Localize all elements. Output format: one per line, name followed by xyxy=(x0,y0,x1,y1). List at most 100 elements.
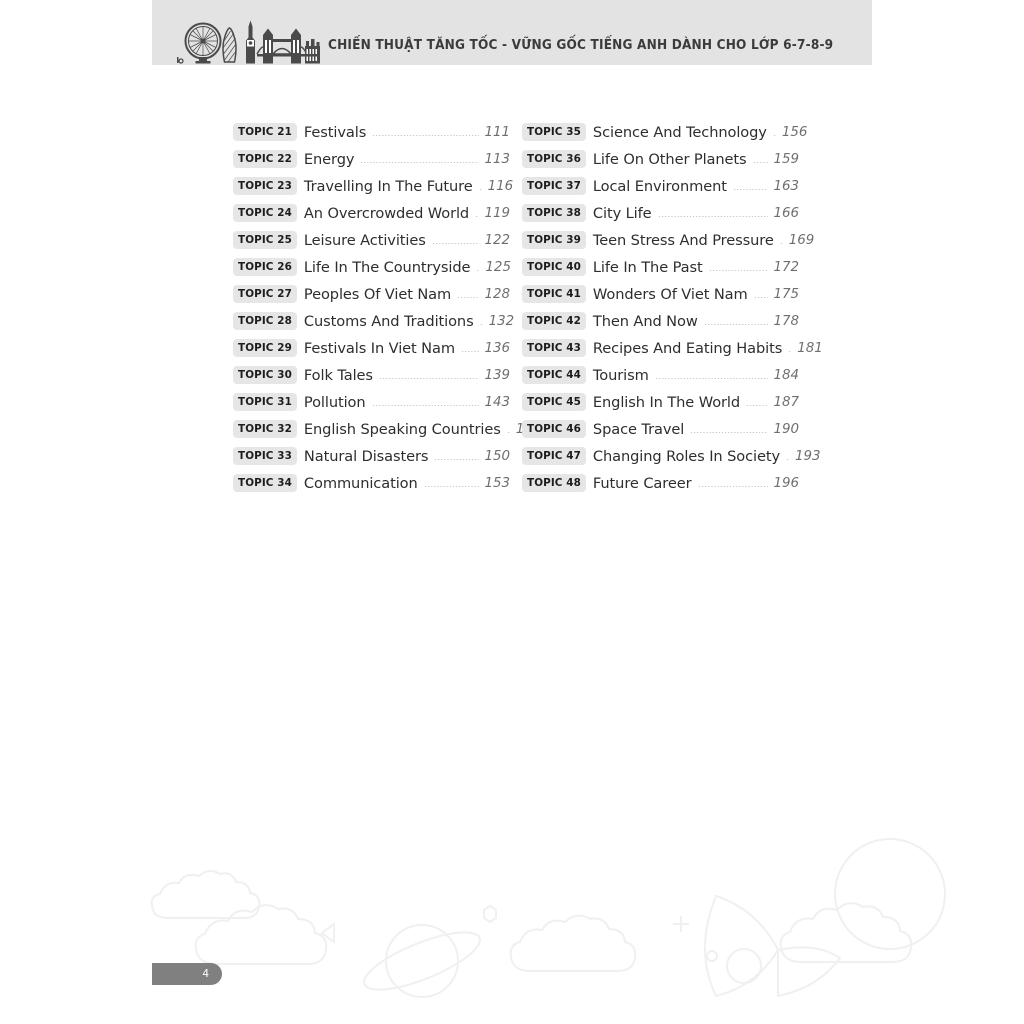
london-eye-icon xyxy=(184,22,222,64)
page-number: 119 xyxy=(484,205,510,221)
dot-leader xyxy=(779,233,784,247)
toc-entry[interactable]: TOPIC 21 Festivals 111 xyxy=(233,119,510,145)
toc-entry[interactable]: TOPIC 36 Life On Other Planets 159 xyxy=(522,146,799,172)
cloud-icon xyxy=(509,914,637,972)
toc-entry[interactable]: TOPIC 22 Energy 113 xyxy=(233,146,510,172)
toc-entry[interactable]: TOPIC 43 Recipes And Eating Habits 181 xyxy=(522,335,823,361)
london-skyline-icon xyxy=(177,20,320,64)
toc-entry[interactable]: TOPIC 44 Tourism 184 xyxy=(522,362,799,388)
toc-entry[interactable]: TOPIC 45 English In The World 187 xyxy=(522,389,799,415)
topic-badge: TOPIC 46 xyxy=(522,420,586,438)
topic-title: Teen Stress And Pressure xyxy=(592,231,774,249)
table-of-contents: TOPIC 21 Festivals 111 TOPIC 22 Energy 1… xyxy=(233,118,823,492)
toc-entry[interactable]: TOPIC 42 Then And Now 178 xyxy=(522,308,799,334)
toc-entry[interactable]: TOPIC 40 Life In The Past 172 xyxy=(522,254,799,280)
toc-entry[interactable]: TOPIC 32 English Speaking Countries 147 xyxy=(233,416,541,442)
dot-leader xyxy=(772,125,777,139)
topic-badge: TOPIC 41 xyxy=(522,285,586,303)
topic-title: Then And Now xyxy=(592,312,698,330)
topic-badge: TOPIC 33 xyxy=(233,447,297,465)
toc-entry[interactable]: TOPIC 28 Customs And Traditions 132 xyxy=(233,308,514,334)
dot-leader xyxy=(478,179,483,193)
topic-title: Science And Technology xyxy=(592,123,767,141)
dot-leader xyxy=(434,449,480,463)
topic-title: Leisure Activities xyxy=(303,231,426,249)
topic-badge: TOPIC 35 xyxy=(522,123,586,141)
page-number: 132 xyxy=(488,313,515,329)
dot-leader xyxy=(378,368,480,382)
topic-badge: TOPIC 47 xyxy=(522,447,586,465)
rocket-icon xyxy=(704,894,842,998)
page-number: 166 xyxy=(773,205,799,221)
plus-sparkle-icon xyxy=(673,916,689,932)
topic-title: Life On Other Planets xyxy=(592,150,747,168)
topic-title: City Life xyxy=(592,204,652,222)
page-number: 172 xyxy=(773,259,799,275)
page-number: 184 xyxy=(773,367,799,383)
page-number: 125 xyxy=(485,259,511,275)
dot-leader xyxy=(753,287,769,301)
dot-leader xyxy=(708,260,769,274)
topic-badge: TOPIC 22 xyxy=(233,150,297,168)
page-number: 139 xyxy=(484,367,510,383)
toc-entry[interactable]: TOPIC 35 Science And Technology 156 xyxy=(522,119,807,145)
topic-badge: TOPIC 43 xyxy=(522,339,586,357)
toc-entry[interactable]: TOPIC 38 City Life 166 xyxy=(522,200,799,226)
toc-entry[interactable]: TOPIC 33 Natural Disasters 150 xyxy=(233,443,510,469)
page-number: 136 xyxy=(484,340,510,356)
dot-leader xyxy=(657,206,769,220)
toc-entry[interactable]: TOPIC 23 Travelling In The Future 116 xyxy=(233,173,513,199)
toc-entry[interactable]: TOPIC 29 Festivals In Viet Nam 136 xyxy=(233,335,510,361)
topic-title: Festivals xyxy=(303,123,367,141)
topic-badge: TOPIC 23 xyxy=(233,177,297,195)
toc-entry[interactable]: TOPIC 41 Wonders Of Viet Nam 175 xyxy=(522,281,799,307)
toc-entry[interactable]: TOPIC 24 An Overcrowded World 119 xyxy=(233,200,510,226)
dot-leader xyxy=(371,395,480,409)
toc-entry[interactable]: TOPIC 27 Peoples Of Viet Nam 128 xyxy=(233,281,510,307)
topic-title: Natural Disasters xyxy=(303,447,429,465)
topic-badge: TOPIC 21 xyxy=(233,123,297,141)
topic-title: Festivals In Viet Nam xyxy=(303,339,455,357)
topic-badge: TOPIC 48 xyxy=(522,474,586,492)
toc-entry[interactable]: TOPIC 47 Changing Roles In Society 193 xyxy=(522,443,821,469)
page-number: 178 xyxy=(773,313,799,329)
dot-leader xyxy=(752,152,769,166)
toc-entry[interactable]: TOPIC 31 Pollution 143 xyxy=(233,389,510,415)
page-number-pill: 4 xyxy=(152,963,222,985)
page-number: 193 xyxy=(795,448,821,464)
small-circle-icon xyxy=(706,950,718,962)
toc-entry[interactable]: TOPIC 46 Space Travel 190 xyxy=(522,416,799,442)
toc-entry[interactable]: TOPIC 26 Life In The Countryside 125 xyxy=(233,254,511,280)
dot-leader xyxy=(476,260,481,274)
footer-page-number: 4 xyxy=(202,968,209,980)
topic-badge: TOPIC 44 xyxy=(522,366,586,384)
topic-title: Life In The Past xyxy=(592,258,703,276)
toc-entry[interactable]: TOPIC 48 Future Career 196 xyxy=(522,470,799,496)
header-band: CHIẾN THUẬT TĂNG TỐC - VỮNG GỐC TIẾNG AN… xyxy=(152,0,872,65)
topic-title: Recipes And Eating Habits xyxy=(592,339,783,357)
toc-entry[interactable]: TOPIC 39 Teen Stress And Pressure 169 xyxy=(522,227,814,253)
header-title: CHIẾN THUẬT TĂNG TỐC - VỮNG GỐC TIẾNG AN… xyxy=(328,38,834,53)
toc-entry[interactable]: TOPIC 25 Leisure Activities 122 xyxy=(233,227,510,253)
page-number: 143 xyxy=(484,394,510,410)
topic-title: Energy xyxy=(303,150,355,168)
topic-badge: TOPIC 31 xyxy=(233,393,297,411)
topic-title: Tourism xyxy=(592,366,649,384)
topic-title: Changing Roles In Society xyxy=(592,447,780,465)
dot-leader xyxy=(479,314,484,328)
dot-leader xyxy=(475,206,480,220)
page-number: 181 xyxy=(797,340,823,356)
page-number: 175 xyxy=(773,286,799,302)
cloud-icon xyxy=(150,870,261,919)
dot-leader xyxy=(457,287,480,301)
page-number: 122 xyxy=(484,232,510,248)
topic-title: An Overcrowded World xyxy=(303,204,470,222)
page-number: 113 xyxy=(484,151,510,167)
topic-badge: TOPIC 30 xyxy=(233,366,297,384)
big-ben-icon xyxy=(246,20,255,64)
toc-entry[interactable]: TOPIC 37 Local Environment 163 xyxy=(522,173,799,199)
page-number: 116 xyxy=(487,178,514,194)
toc-entry[interactable]: TOPIC 30 Folk Tales 139 xyxy=(233,362,510,388)
topic-badge: TOPIC 39 xyxy=(522,231,586,249)
toc-entry[interactable]: TOPIC 34 Communication 153 xyxy=(233,470,510,496)
